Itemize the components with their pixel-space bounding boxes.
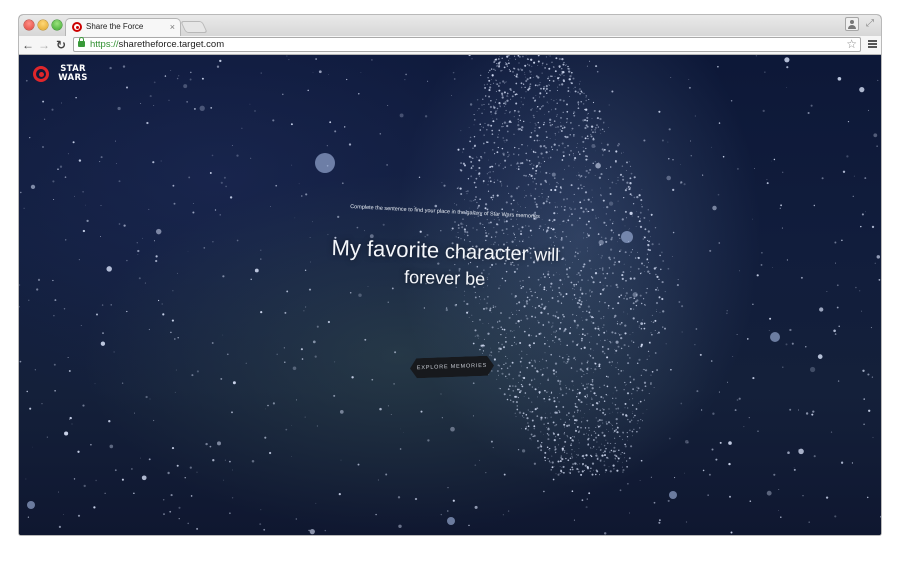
headline: My favorite character will forever be <box>294 234 595 295</box>
target-favicon-icon <box>72 22 82 32</box>
headline-part-3: will <box>533 244 560 265</box>
browser-window: Share the Force × ⤢ ← → ↻ https://sharet… <box>19 15 881 535</box>
page-content: STAR WARS Complete the sentence to find … <box>19 55 881 535</box>
window-close-button[interactable] <box>24 20 34 30</box>
url-host: sharetheforce.target.com <box>118 39 225 50</box>
lock-icon <box>78 37 85 47</box>
reload-icon[interactable]: ↻ <box>54 38 68 52</box>
star-wars-logo-icon: STAR WARS <box>55 65 91 82</box>
brand-logo[interactable]: STAR WARS <box>33 65 93 85</box>
url-text[interactable]: https://sharetheforce.target.com <box>90 39 224 51</box>
logo-line-2: WARS <box>58 72 88 83</box>
headline-part-2: character <box>444 240 529 266</box>
back-icon[interactable]: ← <box>21 38 35 52</box>
address-bar[interactable]: https://sharetheforce.target.com ☆ <box>73 37 861 52</box>
starfield-background <box>19 55 881 535</box>
tab-share-the-force[interactable]: Share the Force × <box>65 18 181 36</box>
browser-toolbar: ← → ↻ https://sharetheforce.target.com ☆ <box>19 36 881 55</box>
url-scheme: https:// <box>90 39 119 50</box>
tab-close-icon[interactable]: × <box>170 21 175 33</box>
profile-icon[interactable] <box>845 17 859 31</box>
new-tab-button[interactable] <box>180 21 208 33</box>
forward-icon[interactable]: → <box>37 38 51 52</box>
window-zoom-button[interactable] <box>52 20 62 30</box>
tab-title: Share the Force <box>86 22 144 31</box>
target-logo-icon <box>33 66 49 82</box>
bookmark-star-icon[interactable]: ☆ <box>846 38 857 51</box>
explore-memories-button[interactable]: EXPLORE MEMORIES <box>410 356 495 379</box>
fullscreen-icon[interactable]: ⤢ <box>864 18 876 30</box>
menu-icon[interactable] <box>868 40 877 48</box>
window-minimize-button[interactable] <box>38 20 48 30</box>
headline-part-4: forever be <box>403 266 486 290</box>
tab-bar: Share the Force × ⤢ <box>19 15 881 36</box>
headline-part-1: My favorite <box>331 235 440 263</box>
